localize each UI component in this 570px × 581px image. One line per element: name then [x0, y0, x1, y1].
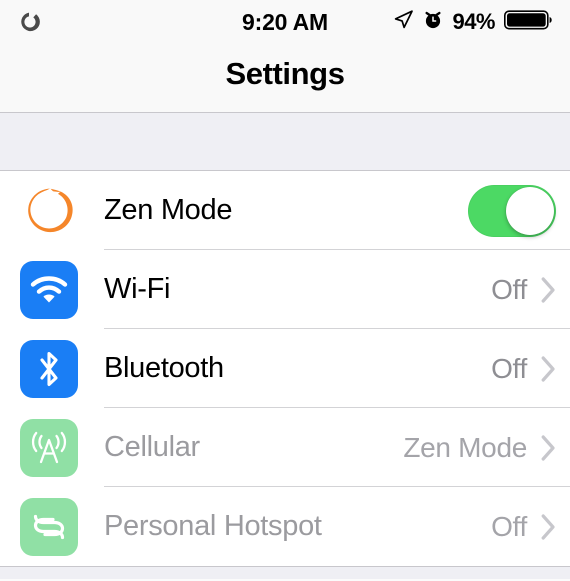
- zen-mode-toggle[interactable]: [468, 184, 556, 237]
- list-item-value: Off: [491, 273, 527, 305]
- chevron-right-icon: [541, 513, 555, 540]
- list-item-label: Wi-Fi: [104, 273, 171, 305]
- location-arrow-icon: [393, 9, 414, 35]
- list-item-accessory: Off: [491, 353, 556, 385]
- status-bar-right: 94%: [393, 9, 554, 36]
- settings-list: Zen Mode Wi-Fi Off Bluetooth Off Cellula…: [0, 171, 570, 566]
- list-item-bluetooth[interactable]: Bluetooth Off: [0, 329, 570, 408]
- zen-ring-icon: [16, 9, 42, 35]
- list-item-label: Bluetooth: [104, 352, 224, 384]
- page-title: Settings: [225, 56, 345, 91]
- list-item-accessory: [468, 184, 556, 237]
- list-item-label: Cellular: [104, 431, 200, 463]
- navigation-bar: Settings: [0, 44, 570, 113]
- list-item-label: Zen Mode: [104, 194, 233, 226]
- toggle-knob: [506, 186, 554, 235]
- settings-screen: 9:20 AM 94% Settings Zen Mode Wi-Fi Off …: [0, 0, 570, 581]
- list-item-personal-hotspot[interactable]: Personal Hotspot Off: [0, 487, 570, 566]
- alarm-clock-icon: [423, 10, 443, 35]
- list-item-zen-mode[interactable]: Zen Mode: [0, 171, 570, 250]
- chevron-right-icon: [541, 434, 555, 461]
- list-item-cellular[interactable]: Cellular Zen Mode: [0, 408, 570, 487]
- chevron-right-icon: [541, 355, 555, 382]
- bottom-spacer: [0, 566, 570, 579]
- personal-hotspot-icon: [20, 497, 78, 556]
- list-item-accessory: Off: [491, 511, 556, 543]
- wifi-icon: [20, 260, 78, 319]
- battery-full-icon: [504, 9, 554, 36]
- bluetooth-icon: [20, 339, 78, 398]
- list-item-label: Personal Hotspot: [104, 510, 322, 542]
- chevron-right-icon: [541, 276, 555, 303]
- list-item-value: Zen Mode: [403, 431, 527, 463]
- list-item-value: Off: [491, 352, 527, 384]
- cellular-antenna-icon: [20, 418, 78, 477]
- list-item-accessory: Zen Mode: [403, 432, 556, 464]
- section-spacer: [0, 113, 570, 171]
- battery-percentage: 94%: [452, 9, 495, 34]
- zen-enso-icon: [20, 182, 78, 240]
- status-bar-left: [16, 9, 166, 35]
- list-item-wifi[interactable]: Wi-Fi Off: [0, 250, 570, 329]
- list-item-accessory: Off: [491, 274, 556, 306]
- status-bar: 9:20 AM 94%: [0, 0, 570, 44]
- list-item-value: Off: [491, 510, 527, 542]
